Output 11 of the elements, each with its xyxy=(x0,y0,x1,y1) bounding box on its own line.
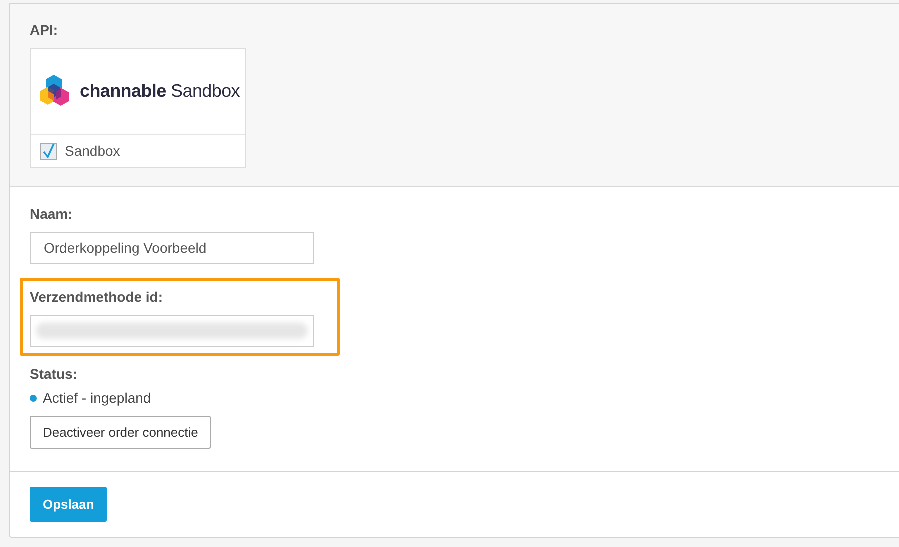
deactivate-button[interactable]: Deactiveer order connectie xyxy=(30,416,212,449)
logo-text: channable Sandbox xyxy=(80,81,240,102)
field-label: API: xyxy=(30,22,59,38)
input-field[interactable] xyxy=(30,315,314,347)
input-field[interactable]: Orderkoppeling Voorbeeld xyxy=(30,232,314,264)
checkbox[interactable] xyxy=(40,142,57,160)
field-label: Naam: xyxy=(30,206,74,222)
field-label: Status: xyxy=(30,366,78,382)
status-text: Actief - ingepland xyxy=(43,390,152,406)
checkbox-label: Sandbox xyxy=(65,143,120,159)
field-label: Verzendmethode id: xyxy=(30,289,164,305)
